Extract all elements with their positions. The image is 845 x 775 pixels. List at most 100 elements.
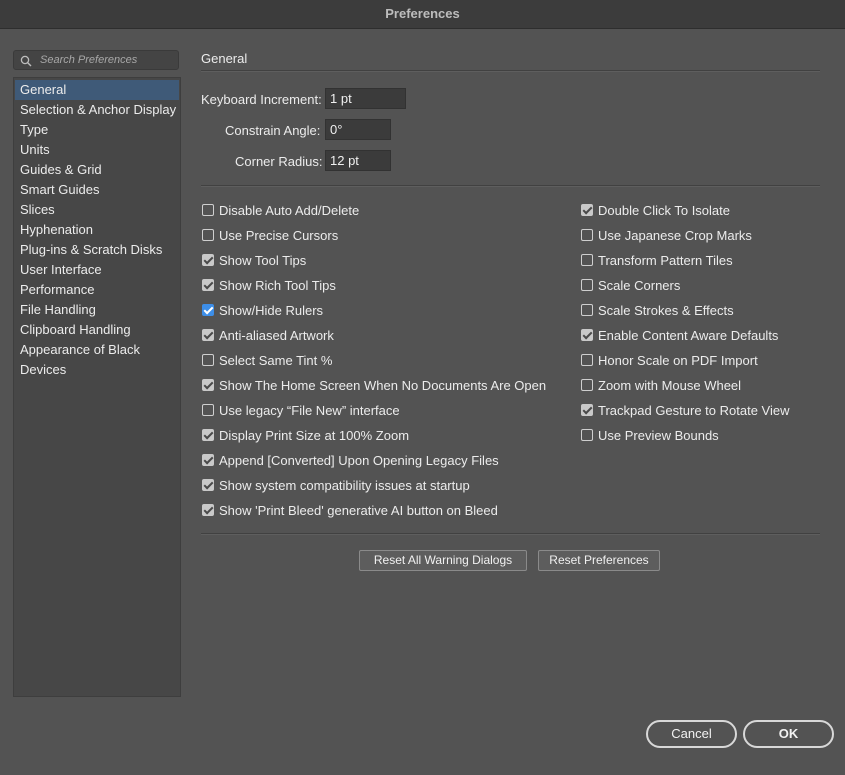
checkbox-label: Display Print Size at 100% Zoom — [219, 427, 410, 443]
reset-warning-dialogs-button[interactable]: Reset All Warning Dialogs — [359, 550, 527, 571]
constrain-angle-label: Constrain Angle: — [225, 123, 321, 138]
checkbox-label: Transform Pattern Tiles — [598, 252, 733, 268]
checkbox-label: Honor Scale on PDF Import — [598, 352, 758, 368]
option-show-tool-tips[interactable]: Show Tool Tips — [202, 252, 306, 268]
checkbox[interactable] — [202, 429, 214, 441]
checkbox-label: Use legacy “File New” interface — [219, 402, 400, 418]
checkbox-label: Show Rich Tool Tips — [219, 277, 336, 293]
options-divider — [201, 533, 820, 535]
checkbox-label: Use Precise Cursors — [219, 227, 339, 243]
sidebar-item-devices[interactable]: Devices — [15, 360, 179, 380]
keyboard-increment-input[interactable] — [325, 88, 406, 109]
checkbox-label: Anti-aliased Artwork — [219, 327, 334, 343]
option-use-legacy-file-new-interface[interactable]: Use legacy “File New” interface — [202, 402, 400, 418]
checkbox-label: Show The Home Screen When No Documents A… — [219, 377, 547, 393]
checkbox-label: Show system compatibility issues at star… — [219, 477, 470, 493]
ok-button[interactable]: OK — [743, 720, 834, 748]
option-show-the-home-screen-when-no-documents-are-open[interactable]: Show The Home Screen When No Documents A… — [202, 377, 546, 393]
checkbox[interactable] — [581, 429, 593, 441]
sidebar-item-clipboard-handling[interactable]: Clipboard Handling — [15, 320, 179, 340]
reset-preferences-button[interactable]: Reset Preferences — [538, 550, 660, 571]
search-input[interactable] — [40, 52, 174, 68]
checkbox[interactable] — [581, 304, 593, 316]
option-show-hide-rulers[interactable]: Show/Hide Rulers — [202, 302, 323, 318]
checkbox[interactable] — [581, 254, 593, 266]
checkbox[interactable] — [581, 204, 593, 216]
sidebar-item-user-interface[interactable]: User Interface — [15, 260, 179, 280]
checkbox[interactable] — [581, 329, 593, 341]
option-trackpad-gesture-to-rotate-view[interactable]: Trackpad Gesture to Rotate View — [581, 402, 789, 418]
sidebar-item-selection-anchor-display[interactable]: Selection & Anchor Display — [15, 100, 179, 120]
sidebar-item-file-handling[interactable]: File Handling — [15, 300, 179, 320]
option-honor-scale-on-pdf-import[interactable]: Honor Scale on PDF Import — [581, 352, 758, 368]
option-show-rich-tool-tips[interactable]: Show Rich Tool Tips — [202, 277, 336, 293]
option-zoom-with-mouse-wheel[interactable]: Zoom with Mouse Wheel — [581, 377, 741, 393]
option-use-japanese-crop-marks[interactable]: Use Japanese Crop Marks — [581, 227, 752, 243]
option-show-system-compatibility-issues-at-startup[interactable]: Show system compatibility issues at star… — [202, 477, 470, 493]
fields-divider — [201, 185, 820, 187]
option-double-click-to-isolate[interactable]: Double Click To Isolate — [581, 202, 730, 218]
checkbox[interactable] — [202, 504, 214, 516]
option-append-converted-upon-opening-legacy-files[interactable]: Append [Converted] Upon Opening Legacy F… — [202, 452, 499, 468]
checkbox[interactable] — [202, 379, 214, 391]
sidebar-item-slices[interactable]: Slices — [15, 200, 179, 220]
checkbox-label: Use Preview Bounds — [598, 427, 719, 443]
checkbox[interactable] — [581, 229, 593, 241]
sidebar-item-smart-guides[interactable]: Smart Guides — [15, 180, 179, 200]
option-disable-auto-add-delete[interactable]: Disable Auto Add/Delete — [202, 202, 359, 218]
option-scale-strokes-effects[interactable]: Scale Strokes & Effects — [581, 302, 734, 318]
keyboard-increment-label: Keyboard Increment: — [201, 92, 322, 107]
checkbox[interactable] — [581, 279, 593, 291]
option-anti-aliased-artwork[interactable]: Anti-aliased Artwork — [202, 327, 334, 343]
sidebar-item-appearance-of-black[interactable]: Appearance of Black — [15, 340, 179, 360]
option-use-precise-cursors[interactable]: Use Precise Cursors — [202, 227, 338, 243]
option-scale-corners[interactable]: Scale Corners — [581, 277, 680, 293]
checkbox[interactable] — [202, 354, 214, 366]
checkbox[interactable] — [202, 404, 214, 416]
checkbox-label: Show/Hide Rulers — [219, 302, 324, 318]
option-select-same-tint[interactable]: Select Same Tint % — [202, 352, 332, 368]
checkbox[interactable] — [202, 454, 214, 466]
checkbox-label: Show 'Print Bleed' generative AI button … — [219, 502, 498, 518]
corner-radius-input[interactable] — [325, 150, 391, 171]
constrain-angle-input[interactable] — [325, 119, 391, 140]
checkbox[interactable] — [581, 404, 593, 416]
option-show-print-bleed-generative-ai-button-on-bleed[interactable]: Show 'Print Bleed' generative AI button … — [202, 502, 498, 518]
checkbox[interactable] — [202, 229, 214, 241]
checkbox-label: Enable Content Aware Defaults — [598, 327, 779, 343]
sidebar-item-units[interactable]: Units — [15, 140, 179, 160]
checkbox-label: Append [Converted] Upon Opening Legacy F… — [219, 452, 499, 468]
option-use-preview-bounds[interactable]: Use Preview Bounds — [581, 427, 719, 443]
sidebar-item-hyphenation[interactable]: Hyphenation — [15, 220, 179, 240]
checkbox-label: Scale Strokes & Effects — [598, 302, 734, 318]
checkbox-label: Select Same Tint % — [219, 352, 333, 368]
checkbox[interactable] — [202, 329, 214, 341]
checkbox[interactable] — [202, 304, 214, 316]
checkbox[interactable] — [581, 379, 593, 391]
sidebar-item-performance[interactable]: Performance — [15, 280, 179, 300]
option-display-print-size-at-100-zoom[interactable]: Display Print Size at 100% Zoom — [202, 427, 409, 443]
search-box[interactable] — [13, 50, 179, 70]
window-title: Preferences — [0, 0, 845, 29]
option-enable-content-aware-defaults[interactable]: Enable Content Aware Defaults — [581, 327, 778, 343]
checkbox-label: Scale Corners — [598, 277, 681, 293]
sidebar-item-guides-grid[interactable]: Guides & Grid — [15, 160, 179, 180]
sidebar-item-type[interactable]: Type — [15, 120, 179, 140]
checkbox-label: Show Tool Tips — [219, 252, 307, 268]
checkbox-label: Zoom with Mouse Wheel — [598, 377, 742, 393]
corner-radius-label: Corner Radius: — [235, 154, 323, 169]
checkbox[interactable] — [202, 204, 214, 216]
option-transform-pattern-tiles[interactable]: Transform Pattern Tiles — [581, 252, 733, 268]
search-icon — [20, 55, 32, 67]
checkbox-label: Use Japanese Crop Marks — [598, 227, 752, 243]
section-divider — [201, 70, 820, 72]
section-title: General — [201, 51, 248, 66]
checkbox[interactable] — [202, 279, 214, 291]
checkbox-label: Trackpad Gesture to Rotate View — [598, 402, 790, 418]
sidebar-item-plugins-scratch-disks[interactable]: Plug-ins & Scratch Disks — [15, 240, 179, 260]
cancel-button[interactable]: Cancel — [646, 720, 737, 748]
checkbox[interactable] — [202, 254, 214, 266]
checkbox[interactable] — [202, 479, 214, 491]
checkbox[interactable] — [581, 354, 593, 366]
sidebar-item-general[interactable]: General — [15, 80, 179, 100]
